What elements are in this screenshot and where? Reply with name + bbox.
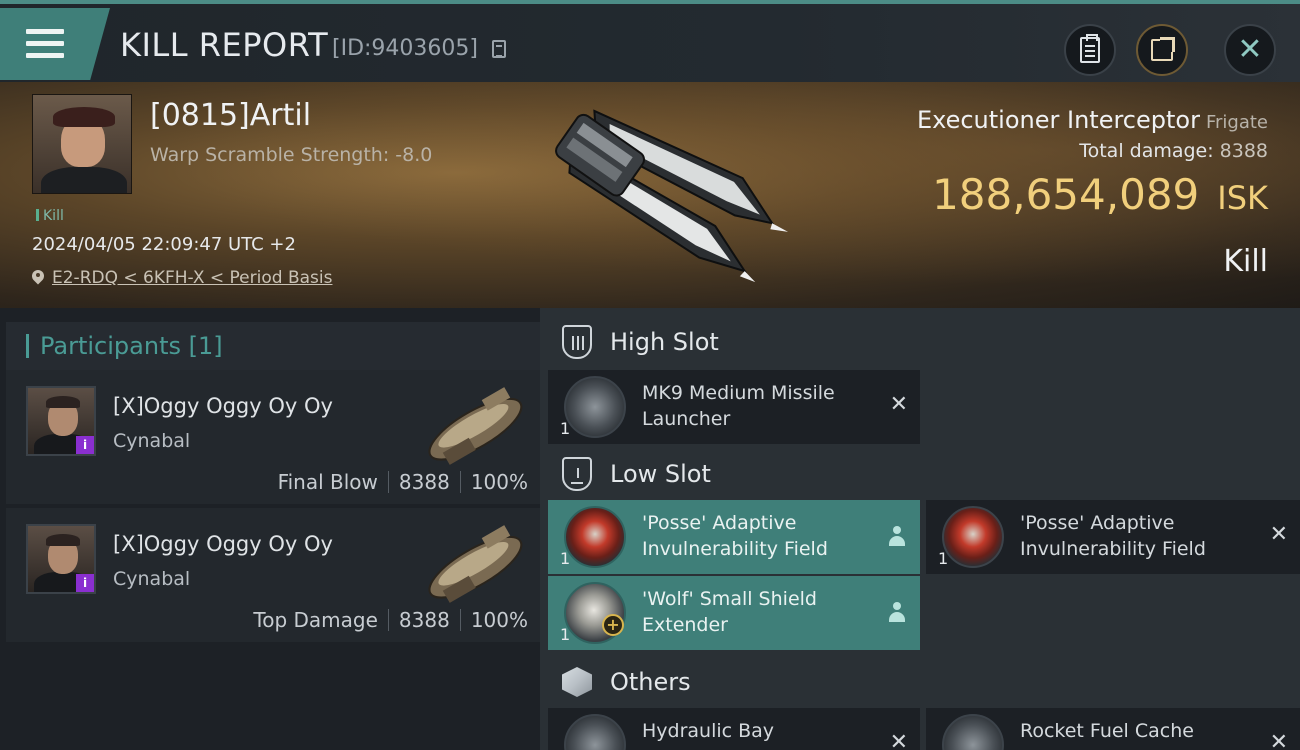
clipboard-icon [1080,34,1100,63]
participant-name[interactable]: [X]Oggy Oggy Oy Oy [113,394,333,418]
module-name: Rocket Fuel Cache [1020,720,1194,742]
participant-stats: Final Blow 8388 100% [278,470,528,494]
dismiss-icon[interactable]: ✕ [890,392,908,417]
low-slot-icon [562,457,592,491]
participant-badge: i [76,436,94,454]
module-slot[interactable]: + 1 'Wolf' Small Shield Extender [548,576,920,650]
share-button[interactable] [1136,24,1188,76]
dismiss-icon[interactable]: ✕ [1270,730,1288,750]
module-slot[interactable]: 1 'Posse' Adaptive Invulnerability Field [548,500,920,574]
participant-ship: Cynabal [113,430,191,452]
isk-unit: ISK [1217,179,1268,217]
module-name: 'Posse' Adaptive Invulnerability Field [1020,512,1206,560]
high-slot-icon [562,325,592,359]
isk-amount: 188,654,089 [932,170,1200,219]
menu-button[interactable] [0,8,110,80]
high-slot-header: High Slot [548,314,1300,370]
participants-panel: Participants [1] i [X]Oggy Oggy Oy Oy Cy… [0,308,540,750]
copy-id-icon[interactable] [492,40,506,58]
victim-pilot-name[interactable]: [0815]Artil [150,98,311,133]
participant-role: Final Blow [277,470,378,494]
module-slot[interactable]: 1 'Posse' Adaptive Invulnerability Field… [926,500,1300,574]
warp-scramble-strength: Warp Scramble Strength: -8.0 [150,144,433,166]
missile-launcher-icon [564,376,626,438]
participant-name[interactable]: [X]Oggy Oggy Oy Oy [113,532,333,556]
module-name: Hydraulic Bay [642,720,775,742]
dismiss-icon[interactable]: ✕ [1270,522,1288,547]
location-link[interactable]: E2-RDQ < 6KFH-X < Period Basis [52,268,332,288]
victim-ship-image[interactable] [520,90,790,295]
ship-type-name: Executioner Interceptor [916,106,1200,134]
module-name: MK9 Medium Missile Launcher [642,382,835,430]
participant-ship-image[interactable] [414,514,540,608]
ship-class: Frigate [1205,112,1268,133]
total-damage-value: 8388 [1219,140,1268,162]
participant-ship-image[interactable] [414,376,540,470]
victim-banner: [0815]Artil Warp Scramble Strength: -8.0… [0,82,1300,308]
module-slot[interactable]: 1 MK9 Medium Missile Launcher ✕ [548,370,920,444]
person-icon[interactable] [888,602,906,622]
module-quantity: 1 [560,625,571,644]
kill-result: Kill [1223,244,1268,279]
participant-percent: 100% [470,470,528,494]
dismiss-icon[interactable]: ✕ [890,730,908,750]
title-bar: KILL REPORT [ID:9403605] ✕ [0,0,1300,82]
rocket-fuel-cache-icon [942,714,1004,750]
page-title: KILL REPORT [120,26,329,64]
participants-header: Participants [1] [6,322,540,370]
kill-tag: Kill [36,208,64,224]
low-slot-label: Low Slot [610,460,711,488]
total-damage-label: Total damage: [1079,140,1214,162]
low-slot-header: Low Slot [548,446,1300,502]
participant-role: Top Damage [253,608,378,632]
participant-badge: i [76,574,94,592]
kill-report-id: [ID:9403605] [332,36,478,61]
module-quantity: 1 [938,549,949,568]
clipboard-button[interactable] [1064,24,1116,76]
module-name: 'Posse' Adaptive Invulnerability Field [642,512,828,560]
cube-icon [562,667,592,697]
participant-stats: Top Damage 8388 100% [253,608,528,632]
participant-row[interactable]: i [X]Oggy Oggy Oy Oy Cynabal Top Damage … [6,508,540,642]
participant-damage: 8388 [398,470,450,494]
isk-value: 188,654,089 ISK [932,170,1268,219]
location-pin-icon [32,270,44,286]
participant-ship: Cynabal [113,568,191,590]
participant-damage: 8388 [398,608,450,632]
invulnerability-field-icon [942,506,1004,568]
add-icon: + [602,614,624,636]
close-button[interactable]: ✕ [1224,24,1276,76]
high-slot-label: High Slot [610,328,719,356]
module-quantity: 1 [560,549,571,568]
participant-row[interactable]: i [X]Oggy Oggy Oy Oy Cynabal Final Blow … [6,370,540,504]
participant-percent: 100% [470,608,528,632]
victim-ship-name[interactable]: Executioner Interceptor Frigate [917,106,1268,134]
module-quantity: 1 [560,419,571,438]
total-damage: Total damage: 8388 [1079,140,1268,162]
hamburger-menu-icon [26,29,64,59]
kill-location[interactable]: E2-RDQ < 6KFH-X < Period Basis [32,268,332,288]
others-header: Others [548,654,1300,710]
module-slot[interactable]: Hydraulic Bay ✕ [548,708,920,750]
participants-title: Participants [1] [40,332,223,360]
kill-datetime: 2024/04/05 22:09:47 UTC +2 [32,234,296,255]
fitting-panel: High Slot 1 MK9 Medium Missile Launcher … [540,308,1300,750]
victim-portrait[interactable] [32,94,132,194]
module-name: 'Wolf' Small Shield Extender [642,588,817,636]
module-slot[interactable]: Rocket Fuel Cache ✕ [926,708,1300,750]
person-icon[interactable] [888,526,906,546]
share-icon [1151,37,1175,61]
others-label: Others [610,668,691,696]
invulnerability-field-icon [564,506,626,568]
close-icon: ✕ [1237,32,1263,67]
hydraulic-bay-icon [564,714,626,750]
